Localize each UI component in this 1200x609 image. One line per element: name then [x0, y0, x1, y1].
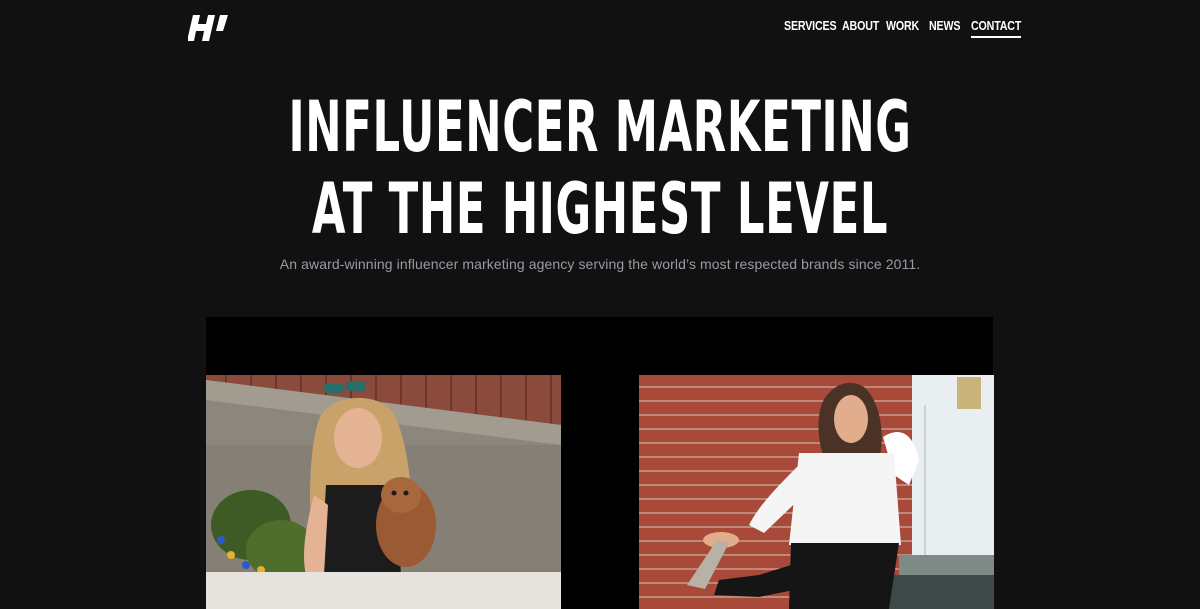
brand-logo[interactable]: [188, 11, 232, 43]
nav-about[interactable]: ABOUT: [842, 18, 879, 36]
nav-work[interactable]: WORK: [886, 18, 919, 36]
page: SERVICES ABOUT WORK NEWS CONTACT INFLUEN…: [0, 0, 1200, 609]
nav-news[interactable]: NEWS: [929, 18, 960, 36]
influencer-photo-brick-wall[interactable]: [639, 375, 994, 609]
nav-contact[interactable]: CONTACT: [971, 18, 1021, 38]
hero-title-line-1: INFLUENCER MARKETING: [288, 86, 912, 168]
hero-title-line-2: AT THE HIGHEST LEVEL: [311, 168, 889, 250]
hero-subtitle: An award-winning influencer marketing ag…: [279, 256, 921, 272]
main-nav: SERVICES ABOUT WORK NEWS CONTACT: [784, 17, 1021, 38]
nav-services[interactable]: SERVICES: [784, 18, 837, 36]
hero-title: INFLUENCER MARKETING AT THE HIGHEST LEVE…: [228, 86, 972, 250]
influencer-photo-puppy[interactable]: [206, 375, 561, 609]
